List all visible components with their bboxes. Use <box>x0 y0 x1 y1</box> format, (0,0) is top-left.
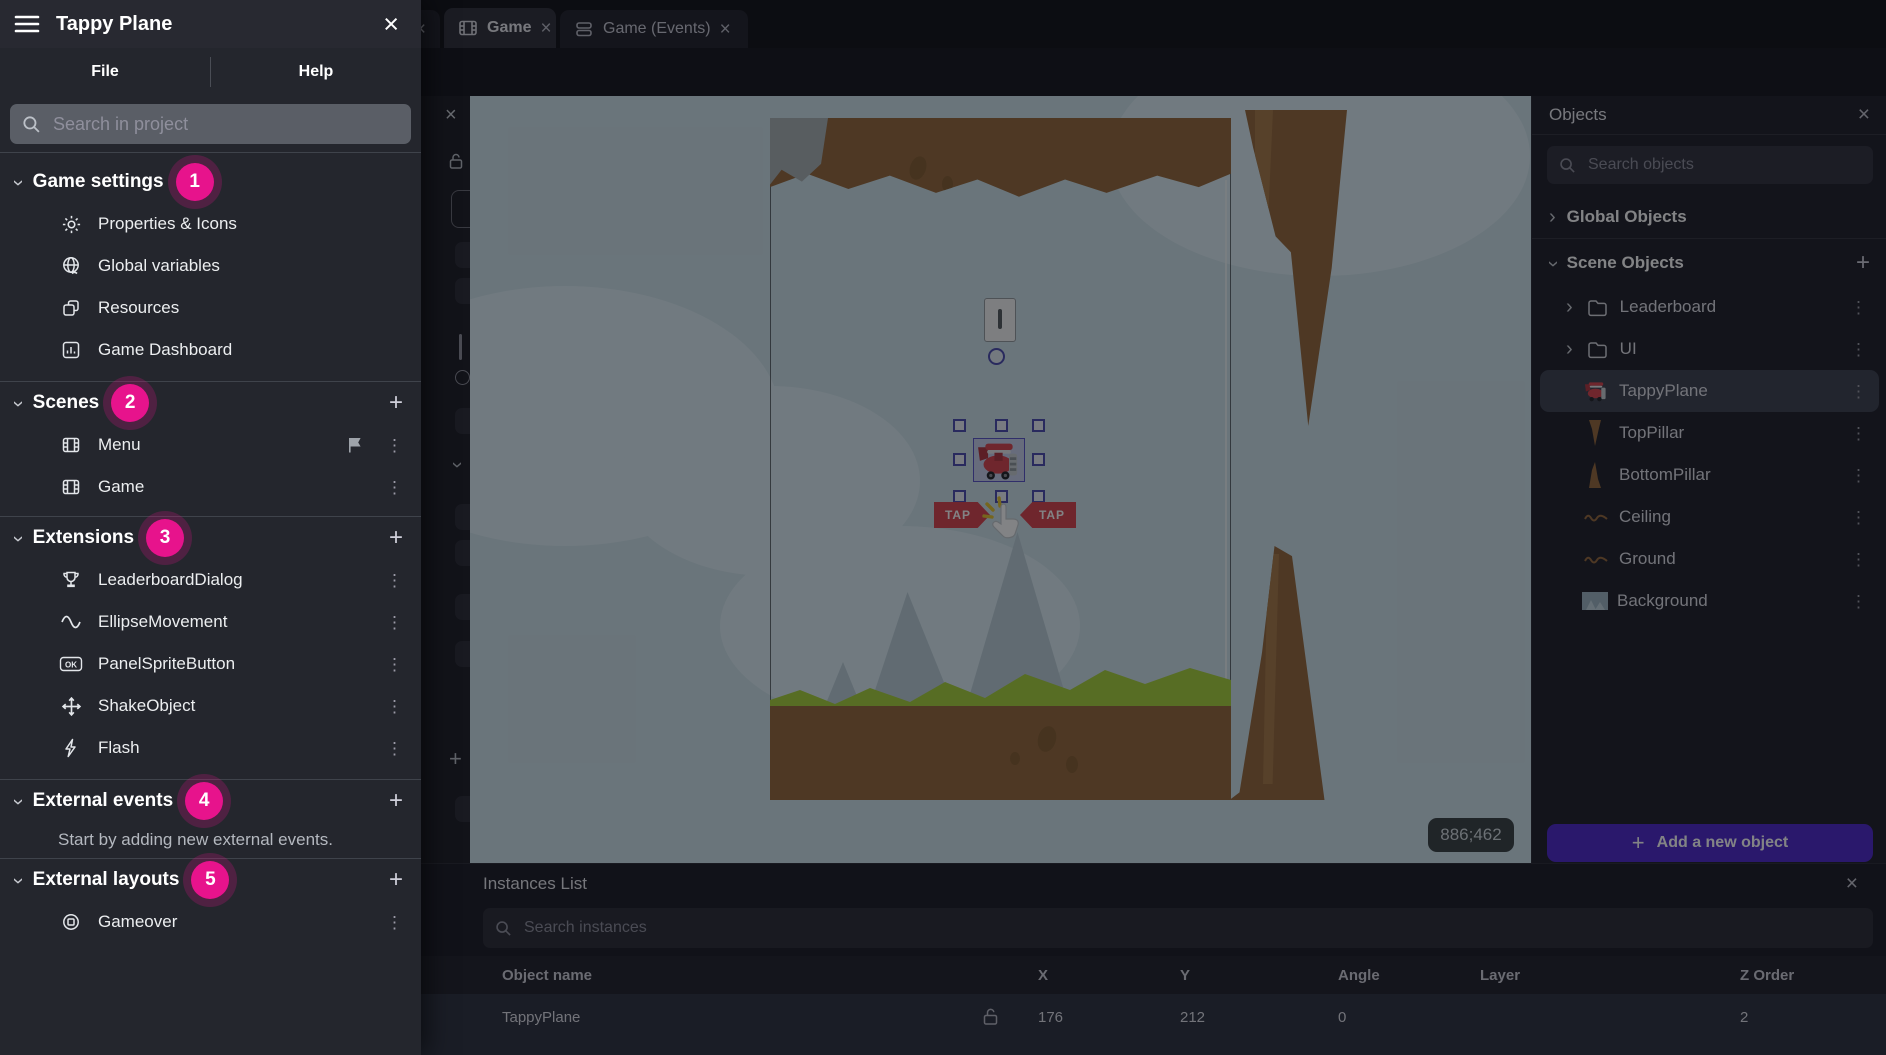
section-label: External layouts <box>33 869 180 891</box>
app-window: × Game × Game (Events) × <box>0 0 1886 1055</box>
close-icon[interactable]: × <box>383 11 399 38</box>
resources-icon <box>58 298 84 318</box>
kebab-menu-icon[interactable]: ⋮ <box>386 614 403 631</box>
item-resources[interactable]: Resources <box>0 287 421 329</box>
item-global-variables[interactable]: Global variables <box>0 245 421 287</box>
add-extension-icon[interactable]: + <box>389 526 403 550</box>
chevron-down-icon: › <box>8 401 28 408</box>
kebab-menu-icon[interactable]: ⋮ <box>386 698 403 715</box>
item-ext-ellipsemovement[interactable]: EllipseMovement ⋮ <box>0 601 421 643</box>
chevron-down-icon: › <box>8 878 28 885</box>
kebab-menu-icon[interactable]: ⋮ <box>386 572 403 589</box>
item-scene-game[interactable]: Game ⋮ <box>0 466 421 508</box>
flag-icon <box>346 436 364 454</box>
add-scene-icon[interactable]: + <box>389 391 403 415</box>
project-manager-drawer: Tappy Plane × File Help › Game settings … <box>0 0 421 1055</box>
item-label: Menu <box>98 435 141 455</box>
item-label: Flash <box>98 738 140 758</box>
item-label: Global variables <box>98 256 220 276</box>
globe-icon <box>58 255 84 277</box>
item-label: ShakeObject <box>98 696 195 716</box>
item-ext-flash[interactable]: Flash ⋮ <box>0 727 421 769</box>
step-badge: 3 <box>146 519 184 557</box>
scene-film-icon <box>58 477 84 497</box>
item-label: Properties & Icons <box>98 214 237 234</box>
chevron-down-icon: › <box>8 536 28 543</box>
section-label: Extensions <box>33 527 134 549</box>
menu-file[interactable]: File <box>0 63 210 81</box>
section-label: Game settings <box>33 171 164 193</box>
kebab-menu-icon[interactable]: ⋮ <box>386 656 403 673</box>
menu-help[interactable]: Help <box>211 63 421 81</box>
trophy-icon <box>58 570 84 590</box>
add-external-layout-icon[interactable]: + <box>389 868 403 892</box>
chevron-down-icon: › <box>8 799 28 806</box>
item-label: Game <box>98 477 144 497</box>
project-search-input[interactable] <box>51 113 399 136</box>
section-extensions[interactable]: › Extensions 3 + <box>0 517 421 559</box>
gear-icon <box>58 214 84 235</box>
search-icon <box>22 115 41 134</box>
empty-hint-label: Start by adding new external events. <box>58 830 333 850</box>
kebab-menu-icon[interactable]: ⋮ <box>386 914 403 931</box>
item-label: Game Dashboard <box>98 340 232 360</box>
kebab-menu-icon[interactable]: ⋮ <box>386 437 403 454</box>
move-arrows-icon <box>58 696 84 717</box>
section-external-layouts[interactable]: › External layouts 5 + <box>0 859 421 901</box>
kebab-menu-icon[interactable]: ⋮ <box>386 479 403 496</box>
hamburger-menu-icon[interactable] <box>14 13 40 35</box>
external-events-empty: Start by adding new external events. <box>0 822 421 858</box>
item-label: EllipseMovement <box>98 612 227 632</box>
step-badge: 4 <box>185 782 223 820</box>
lightning-icon <box>58 738 84 758</box>
item-ext-shakeobject[interactable]: ShakeObject ⋮ <box>0 685 421 727</box>
step-badge: 2 <box>111 384 149 422</box>
item-game-dashboard[interactable]: Game Dashboard <box>0 329 421 371</box>
item-layout-gameover[interactable]: Gameover ⋮ <box>0 901 421 943</box>
project-search[interactable] <box>10 104 411 144</box>
item-properties-icons[interactable]: Properties & Icons <box>0 203 421 245</box>
step-badge: 1 <box>176 163 214 201</box>
project-title: Tappy Plane <box>56 13 172 36</box>
item-ext-panelspritebutton[interactable]: OK PanelSpriteButton ⋮ <box>0 643 421 685</box>
section-label: External events <box>33 790 173 812</box>
item-label: LeaderboardDialog <box>98 570 243 590</box>
sine-wave-icon <box>58 613 84 631</box>
item-label: Resources <box>98 298 179 318</box>
section-game-settings[interactable]: › Game settings 1 <box>0 161 421 203</box>
dashboard-icon <box>58 340 84 360</box>
kebab-menu-icon[interactable]: ⋮ <box>386 740 403 757</box>
item-label: Gameover <box>98 912 177 932</box>
layout-target-icon <box>58 912 84 932</box>
drawer-menubar: File Help <box>0 48 421 96</box>
section-label: Scenes <box>33 392 100 414</box>
section-external-events[interactable]: › External events 4 + <box>0 780 421 822</box>
project-tree: › Game settings 1 Properties & Icons <box>0 153 421 943</box>
drawer-header: Tappy Plane × <box>0 0 421 48</box>
svg-text:OK: OK <box>65 660 77 669</box>
add-external-event-icon[interactable]: + <box>389 789 403 813</box>
scene-film-icon <box>58 435 84 455</box>
step-badge: 5 <box>191 861 229 899</box>
item-ext-leaderboarddialog[interactable]: LeaderboardDialog ⋮ <box>0 559 421 601</box>
item-scene-menu[interactable]: Menu ⋮ <box>0 424 421 466</box>
ok-button-icon: OK <box>58 656 84 672</box>
item-label: PanelSpriteButton <box>98 654 235 674</box>
section-scenes[interactable]: › Scenes 2 + <box>0 382 421 424</box>
chevron-down-icon: › <box>8 180 28 187</box>
